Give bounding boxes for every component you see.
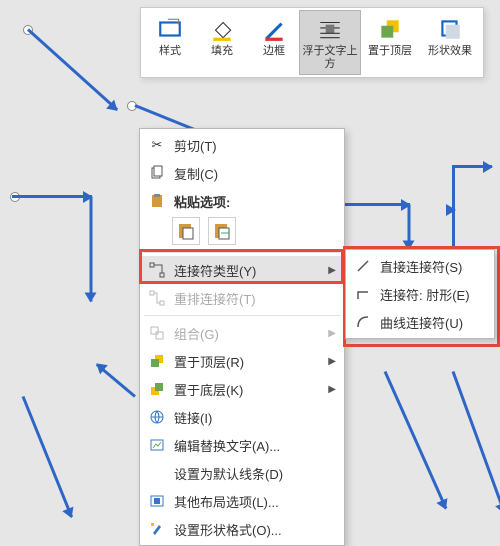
toolbar-bring-front[interactable]: 置于顶层 <box>360 11 420 74</box>
menu-paste-heading: 粘贴选项: <box>140 187 344 215</box>
bring-front-icon <box>377 16 403 42</box>
menu-more-layout[interactable]: 其他布局选项(L)... <box>140 487 344 515</box>
connector-type-icon <box>146 262 168 278</box>
submenu-label: 直接连接符(S) <box>380 257 486 276</box>
menu-label: 置于底层(K) <box>174 380 328 399</box>
arrow-line <box>12 195 92 198</box>
chevron-right-icon: ▶ <box>328 328 336 339</box>
menu-alt-text[interactable]: 编辑替换文字(A)... <box>140 431 344 459</box>
elbow-connector-icon <box>352 286 374 302</box>
separator <box>144 315 340 316</box>
wrap-icon <box>317 16 343 42</box>
arrow-line <box>345 203 410 206</box>
menu-reroute: 重排连接符(T) <box>140 284 344 312</box>
connector-type-submenu: 直接连接符(S) 连接符: 肘形(E) 曲线连接符(U) <box>345 249 495 339</box>
style-icon <box>157 16 183 42</box>
separator <box>144 252 340 253</box>
submenu-curved[interactable]: 曲线连接符(U) <box>346 308 494 336</box>
outline-icon <box>261 16 287 42</box>
menu-cut[interactable]: ✂ 剪切(T) <box>140 131 344 159</box>
arrow-line <box>452 165 455 255</box>
paste-icon <box>146 193 168 209</box>
arrow-line <box>90 197 93 302</box>
effects-icon <box>437 16 463 42</box>
arrow-line <box>27 28 118 111</box>
menu-label: 编辑替换文字(A)... <box>174 436 336 455</box>
curved-connector-icon <box>352 314 374 330</box>
menu-label: 组合(G) <box>174 324 328 343</box>
chevron-right-icon: ▶ <box>328 356 336 367</box>
bring-front-icon <box>146 353 168 369</box>
submenu-straight[interactable]: 直接连接符(S) <box>346 252 494 280</box>
menu-label: 链接(I) <box>174 408 336 427</box>
paste-option-2[interactable] <box>208 217 236 245</box>
menu-bring-front[interactable]: 置于顶层(R) ▶ <box>140 347 344 375</box>
menu-label: 复制(C) <box>174 164 336 183</box>
menu-format-shape[interactable]: 设置形状格式(O)... <box>140 515 344 543</box>
arrow-line <box>408 205 411 250</box>
toolbar-fill[interactable]: 填充 <box>196 11 248 74</box>
menu-label: 剪切(T) <box>174 136 336 155</box>
menu-label: 设置为默认线条(D) <box>174 464 336 483</box>
fill-icon <box>209 16 235 42</box>
toolbar-effects[interactable]: 形状效果 <box>420 11 480 74</box>
arrow-line <box>452 165 492 168</box>
copy-icon <box>146 165 168 181</box>
arrow-line <box>22 396 73 518</box>
paste-options <box>140 215 344 249</box>
menu-connector-type[interactable]: 连接符类型(Y) ▶ <box>140 256 344 284</box>
toolbar-label: 填充 <box>198 45 246 58</box>
toolbar-label: 形状效果 <box>422 45 478 58</box>
chevron-right-icon: ▶ <box>328 384 336 395</box>
submenu-label: 连接符: 肘形(E) <box>380 285 486 304</box>
layout-icon <box>146 493 168 509</box>
arrow-line <box>384 371 448 509</box>
menu-label: 置于顶层(R) <box>174 352 328 371</box>
chevron-right-icon: ▶ <box>328 265 336 276</box>
toolbar-label: 样式 <box>146 45 194 58</box>
link-icon <box>146 409 168 425</box>
toolbar-label: 浮于文字上方 <box>302 45 358 70</box>
straight-connector-icon <box>352 258 374 274</box>
menu-label: 连接符类型(Y) <box>174 261 328 280</box>
submenu-label: 曲线连接符(U) <box>380 313 486 332</box>
menu-label: 重排连接符(T) <box>174 289 336 308</box>
menu-group: 组合(G) ▶ <box>140 319 344 347</box>
alt-text-icon <box>146 437 168 453</box>
toolbar-label: 置于顶层 <box>362 45 418 58</box>
toolbar-label: 边框 <box>250 45 298 58</box>
toolbar-outline[interactable]: 边框 <box>248 11 300 74</box>
menu-link[interactable]: 链接(I) <box>140 403 344 431</box>
menu-label: 粘贴选项: <box>174 192 336 211</box>
arrow-line <box>96 363 136 397</box>
reroute-icon <box>146 290 168 306</box>
menu-send-back[interactable]: 置于底层(K) ▶ <box>140 375 344 403</box>
menu-label: 其他布局选项(L)... <box>174 492 336 511</box>
arrow-line <box>452 371 500 513</box>
context-menu: ✂ 剪切(T) 复制(C) 粘贴选项: 连接符类型(Y) ▶ 重排连接符(T) <box>139 128 345 546</box>
menu-copy[interactable]: 复制(C) <box>140 159 344 187</box>
format-shape-icon <box>146 521 168 537</box>
group-icon <box>146 325 168 341</box>
toolbar-style[interactable]: 样式 <box>144 11 196 74</box>
cut-icon: ✂ <box>146 137 168 153</box>
toolbar-wrap-text[interactable]: 浮于文字上方 <box>299 10 361 75</box>
menu-default-line[interactable]: 设置为默认线条(D) <box>140 459 344 487</box>
submenu-elbow[interactable]: 连接符: 肘形(E) <box>346 280 494 308</box>
send-back-icon <box>146 381 168 397</box>
mini-toolbar: 样式 填充 边框 浮于文字上方 置于顶层 形状效果 <box>140 7 484 78</box>
menu-label: 设置形状格式(O)... <box>174 520 336 539</box>
paste-option-1[interactable] <box>172 217 200 245</box>
